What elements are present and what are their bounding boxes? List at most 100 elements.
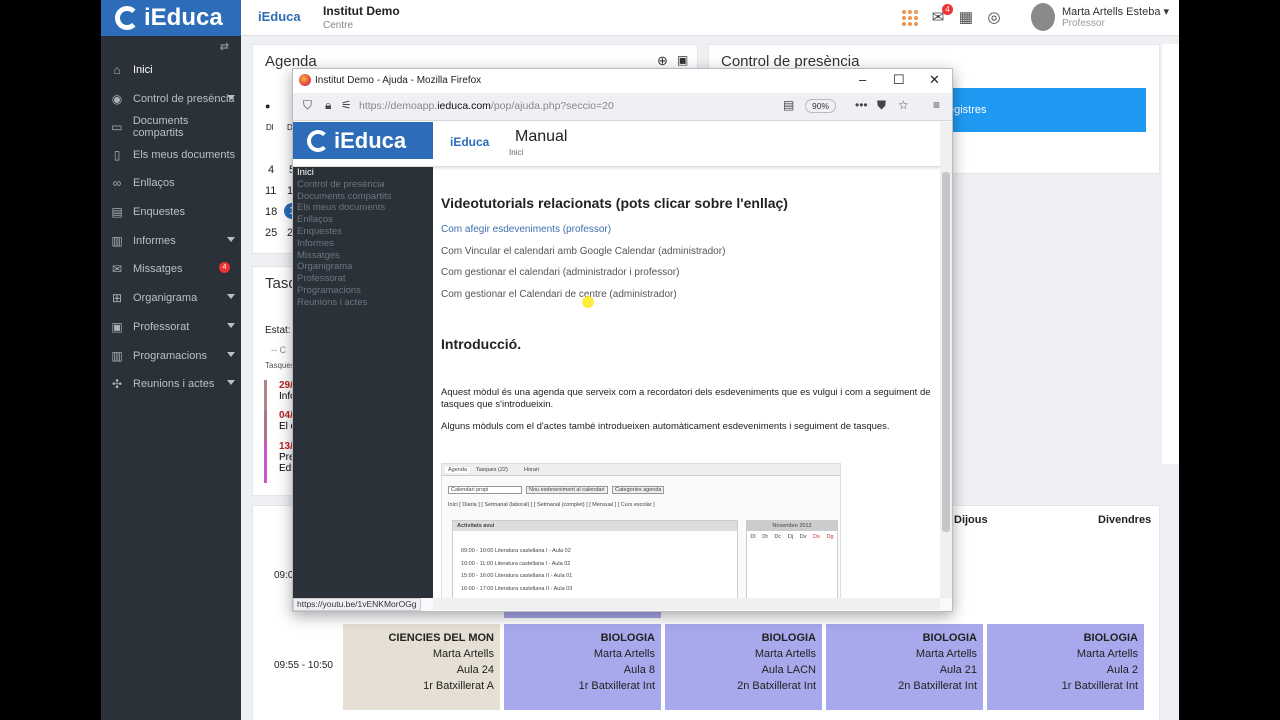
status-bar-url: https://youtu.be/1vENKMorOGg <box>293 598 421 611</box>
help-nav-item[interactable]: Els meus documents <box>297 202 429 214</box>
help-ieduca-logo[interactable]: iEduca <box>293 122 433 159</box>
menu-icon[interactable]: ≡ <box>933 98 940 112</box>
help-sidebar: Inici Control de presència Documents com… <box>293 167 433 598</box>
help-nav-item[interactable]: Enllaços <box>297 214 429 226</box>
sidebar-item-organigrama[interactable]: ⊞ Organigrama <box>101 284 241 312</box>
user-role: Professor <box>1062 18 1105 29</box>
page-scrollbar[interactable] <box>1162 44 1179 464</box>
calendar-icon[interactable]: ▦ <box>957 9 975 27</box>
help-scrollbar-horizontal[interactable] <box>433 598 940 610</box>
scrollbar-thumb[interactable] <box>942 172 950 532</box>
shot-tab: Horari <box>524 467 539 473</box>
shot-tab: Tasques (22) <box>476 467 508 473</box>
pocket-icon[interactable]: ⛊ <box>877 98 886 113</box>
video-link[interactable]: Com afegir esdeveniments (professor) <box>441 224 611 235</box>
shot-select: Calendari propi <box>448 486 522 494</box>
shot-new-button: Nou esdeveniment al calendari <box>526 486 608 494</box>
more-actions-icon[interactable]: ••• <box>855 98 868 112</box>
shot-activity-list: 09:00 - 10:00 Literatura castellana I - … <box>461 548 573 592</box>
sidebar-item-inici[interactable]: ⌂ Inici <box>101 56 241 84</box>
document-icon: ▯ <box>113 148 121 162</box>
schedule-cell[interactable]: BIOLOGIA Marta Artells Aula 21 2n Batxiller… <box>826 624 983 710</box>
window-titlebar[interactable]: Institut Demo - Ajuda - Mozilla Firefox … <box>293 69 952 93</box>
calendar-settings-icon[interactable]: ▣ <box>677 53 688 67</box>
reader-view-icon[interactable]: ▤ <box>783 98 794 112</box>
schedule-cell[interactable]: BIOLOGIA Marta Artells Aula 2 1r Batxillera… <box>987 624 1144 710</box>
calendar-day[interactable]: 18 <box>265 206 277 218</box>
schedule-cell[interactable]: CIENCIES DEL MON Marta Artells Aula 24 1r B… <box>343 624 500 710</box>
help-nav-item[interactable]: Informes <box>297 238 429 250</box>
sidebar-item-reunions-actes[interactable]: ✣ Reunions i actes <box>101 370 241 398</box>
sidebar-item-missatges[interactable]: ✉ Missatges 4 <box>101 255 241 283</box>
chevron-down-icon <box>227 323 235 328</box>
minimize-icon[interactable]: – <box>859 72 866 87</box>
shot-mini-calendar: Novembre 2012 Dl Dt Dc Dj Dv Ds Dg <box>746 520 838 598</box>
help-nav-item[interactable]: Organigrama <box>297 261 429 273</box>
help-nav-item[interactable]: Professorat <box>297 273 429 285</box>
mail-icon[interactable]: ✉ 4 <box>929 4 953 27</box>
video-link[interactable]: Com gestionar el calendari (administrado… <box>441 267 679 278</box>
help-nav-item[interactable]: Programacions <box>297 285 429 297</box>
maximize-icon[interactable]: ☐ <box>893 72 905 88</box>
help-page: iEduca iEduca Manual Inici Inici Control… <box>293 122 940 598</box>
help-nav-item[interactable]: Documents compartits <box>297 191 429 203</box>
sidebar-item-els-meus-documents[interactable]: ▯ Els meus documents <box>101 141 241 169</box>
mail-icon: ✉ <box>111 262 123 276</box>
close-icon[interactable]: ✕ <box>929 72 940 88</box>
video-link[interactable]: Com gestionar el Calendari de centre (ad… <box>441 289 677 300</box>
help-nav-item[interactable]: Inici <box>297 167 429 179</box>
lock-icon[interactable]: 🔒︎ <box>325 98 331 113</box>
calendar-day[interactable]: 25 <box>265 227 277 239</box>
state-filter[interactable]: -- C <box>271 345 286 355</box>
help-breadcrumb: Inici <box>509 148 524 157</box>
day-header-divendres: Divendres <box>1098 514 1152 526</box>
user-name: Marta Artells Esteba ▾ <box>1062 6 1170 18</box>
url-bar[interactable]: https://demoapp.ieduca.com/pop/ajuda.php… <box>359 100 614 112</box>
help-lifebuoy-icon[interactable]: ◎ <box>985 9 1003 27</box>
intro-heading: Introducció. <box>441 336 522 352</box>
calendar-day[interactable]: 4 <box>268 164 274 176</box>
tasks-subtitle: Tasques <box>265 361 295 370</box>
bookmark-star-icon[interactable]: ☆ <box>898 98 909 112</box>
time-slot: 09:55 - 10:50 <box>274 660 333 671</box>
day-header-dijous: Dijous <box>954 514 988 526</box>
calendar-day[interactable]: 11 <box>265 185 276 197</box>
registres-button[interactable]: egistres <box>940 88 1146 132</box>
logo-mark-icon <box>307 129 329 152</box>
sidebar-item-informes[interactable]: ▥ Informes <box>101 227 241 255</box>
ieduca-logo[interactable]: iEduca <box>101 0 241 36</box>
sidebar-item-enquestes[interactable]: ▤ Enquestes <box>101 198 241 226</box>
top-bar: iEduca iEduca Institut Demo Centre ✉ 4 ▦ … <box>101 0 1179 36</box>
sidebar-item-control-presencia[interactable]: ◉ Control de presència <box>101 85 241 113</box>
video-link[interactable]: Com Vincular el calendari amb Google Cal… <box>441 246 725 257</box>
sidebar-item-enllacos[interactable]: ∞ Enllaços <box>101 169 241 197</box>
meeting-icon: ✣ <box>111 377 123 391</box>
help-nav-item[interactable]: Reunions i actes <box>297 297 429 309</box>
sidebar-item-professorat[interactable]: ▣ Professorat <box>101 313 241 341</box>
sidebar-toggle-icon[interactable]: ⇄ <box>220 40 229 53</box>
help-scrollbar-vertical[interactable] <box>940 122 952 598</box>
notification-badge: 4 <box>942 4 953 15</box>
help-nav-item[interactable]: Missatges <box>297 250 429 262</box>
help-nav-item[interactable]: Enquestes <box>297 226 429 238</box>
chevron-down-icon <box>227 237 235 242</box>
zoom-level[interactable]: 90% <box>805 99 837 113</box>
add-event-icon[interactable]: ⊕ <box>657 53 668 69</box>
shot-tab: Agenda <box>445 467 470 473</box>
fingerprint-icon: ◉ <box>111 92 123 106</box>
help-nav-item[interactable]: Control de presència <box>297 179 429 191</box>
sidebar: ⇄ ⌂ Inici ◉ Control de presència ▭ Document… <box>101 36 241 720</box>
prev-month-icon[interactable]: ● <box>265 101 270 111</box>
sidebar-item-programacions[interactable]: ▥ Programacions <box>101 342 241 370</box>
firefox-help-window: Institut Demo - Ajuda - Mozilla Firefox … <box>292 68 953 612</box>
shield-icon[interactable]: ⛉ <box>303 98 312 113</box>
user-menu[interactable]: Marta Artells Esteba ▾ Professor <box>1031 3 1169 31</box>
help-title: Manual <box>515 128 568 145</box>
shot-weekdays: Dl Dt Dc Dj Dv Ds Dg <box>750 534 834 540</box>
navigation-bar: ⛉ 🔒︎ ⚟ https://demoapp.ieduca.com/pop/aj… <box>293 93 952 121</box>
schedule-cell[interactable]: BIOLOGIA Marta Artells Aula LACN 2n Batxill… <box>665 624 822 710</box>
permissions-icon[interactable]: ⚟ <box>341 98 352 112</box>
sidebar-item-documents-compartits[interactable]: ▭ Documents compartits <box>101 113 241 141</box>
apps-grid-icon[interactable] <box>901 9 919 27</box>
schedule-cell[interactable]: BIOLOGIA Marta Artells Aula 8 1r Batxillera… <box>504 624 661 710</box>
